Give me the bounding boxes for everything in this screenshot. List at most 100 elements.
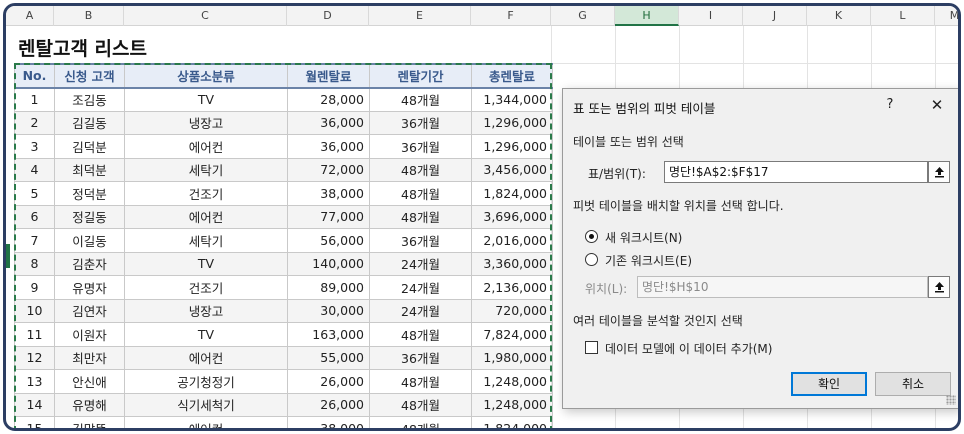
cell-period[interactable]: 48개월	[369, 322, 472, 347]
cell-total[interactable]: 3,456,000	[471, 157, 553, 182]
cell-monthly[interactable]: 89,000	[287, 275, 370, 300]
column-header-l[interactable]: L	[871, 6, 935, 26]
column-header-b[interactable]: B	[54, 6, 124, 26]
cell-no[interactable]: 5	[14, 181, 55, 206]
cell-product[interactable]: 세탁기	[124, 157, 288, 182]
cell-total[interactable]: 1,824,000	[471, 416, 553, 428]
cell-period[interactable]: 36개월	[369, 110, 472, 135]
cell-customer[interactable]: 최덕분	[54, 157, 125, 182]
cell-product[interactable]: TV	[124, 322, 288, 347]
cell-period[interactable]: 36개월	[369, 134, 472, 159]
cell-no[interactable]: 11	[14, 322, 55, 347]
cell-monthly[interactable]: 163,000	[287, 322, 370, 347]
cell-customer[interactable]: 정덕분	[54, 181, 125, 206]
cell-total[interactable]: 720,000	[471, 298, 553, 323]
cell-no[interactable]: 7	[14, 228, 55, 253]
cell-no[interactable]: 6	[14, 204, 55, 229]
cell-product[interactable]: 에어컨	[124, 134, 288, 159]
cell-total[interactable]: 3,696,000	[471, 204, 553, 229]
range-input[interactable]: 명단!$A$2:$F$17	[664, 161, 928, 183]
column-header-i[interactable]: I	[679, 6, 743, 26]
location-input[interactable]: 명단!$H$10	[637, 276, 928, 298]
column-header-m[interactable]: M	[935, 6, 958, 26]
cell-period[interactable]: 48개월	[369, 181, 472, 206]
cell-monthly[interactable]: 77,000	[287, 204, 370, 229]
existing-worksheet-label[interactable]: 기존 워크시트(E)	[605, 252, 692, 269]
close-button[interactable]: ✕	[925, 95, 949, 115]
cell-total[interactable]: 2,136,000	[471, 275, 553, 300]
cell-customer[interactable]: 이길동	[54, 228, 125, 253]
cell-monthly[interactable]: 72,000	[287, 157, 370, 182]
cell-total[interactable]: 1,344,000	[471, 87, 553, 112]
cell-customer[interactable]: 안신애	[54, 369, 125, 394]
data-model-label[interactable]: 데이터 모델에 이 데이터 추가(M)	[605, 340, 772, 357]
cell-period[interactable]: 24개월	[369, 275, 472, 300]
cell-customer[interactable]: 김말똥	[54, 416, 125, 428]
cell-customer[interactable]: 조김동	[54, 87, 125, 112]
cell-no[interactable]: 10	[14, 298, 55, 323]
cell-total[interactable]: 2,016,000	[471, 228, 553, 253]
header-customer[interactable]: 신청 고객	[54, 63, 125, 89]
cell-product[interactable]: 식기세척기	[124, 392, 288, 417]
cell-no[interactable]: 2	[14, 110, 55, 135]
cell-monthly[interactable]: 140,000	[287, 251, 370, 276]
cell-period[interactable]: 48개월	[369, 87, 472, 112]
cell-monthly[interactable]: 36,000	[287, 110, 370, 135]
cell-monthly[interactable]: 30,000	[287, 298, 370, 323]
cell-no[interactable]: 12	[14, 345, 55, 370]
cell-period[interactable]: 36개월	[369, 228, 472, 253]
cell-customer[interactable]: 이원자	[54, 322, 125, 347]
cell-total[interactable]: 1,824,000	[471, 181, 553, 206]
cell-customer[interactable]: 최만자	[54, 345, 125, 370]
cell-customer[interactable]: 김연자	[54, 298, 125, 323]
range-collapse-button[interactable]	[928, 161, 950, 183]
column-header-g[interactable]: G	[551, 6, 615, 26]
cell-product[interactable]: 건조기	[124, 275, 288, 300]
column-header-k[interactable]: K	[807, 6, 871, 26]
cell-period[interactable]: 24개월	[369, 251, 472, 276]
cell-no[interactable]: 9	[14, 275, 55, 300]
existing-worksheet-radio[interactable]	[585, 253, 598, 266]
ok-button[interactable]: 확인	[791, 372, 867, 396]
header-no[interactable]: No.	[14, 63, 55, 89]
cell-total[interactable]: 1,980,000	[471, 345, 553, 370]
header-total-fee[interactable]: 총렌탈료	[471, 63, 553, 89]
cell-total[interactable]: 1,296,000	[471, 110, 553, 135]
cell-total[interactable]: 3,360,000	[471, 251, 553, 276]
help-button[interactable]: ?	[879, 95, 901, 115]
cell-product[interactable]: TV	[124, 87, 288, 112]
cell-customer[interactable]: 김덕분	[54, 134, 125, 159]
cell-no[interactable]: 4	[14, 157, 55, 182]
column-header-d[interactable]: D	[287, 6, 369, 26]
cell-customer[interactable]: 정길동	[54, 204, 125, 229]
cell-monthly[interactable]: 28,000	[287, 87, 370, 112]
cell-monthly[interactable]: 26,000	[287, 369, 370, 394]
cell-no[interactable]: 3	[14, 134, 55, 159]
header-rental-period[interactable]: 렌탈기간	[369, 63, 472, 89]
cell-period[interactable]: 48개월	[369, 369, 472, 394]
cell-period[interactable]: 48개월	[369, 392, 472, 417]
cell-product[interactable]: 건조기	[124, 181, 288, 206]
cell-customer[interactable]: 유명자	[54, 275, 125, 300]
column-header-h[interactable]: H	[615, 6, 679, 26]
column-header-j[interactable]: J	[743, 6, 807, 26]
column-header-e[interactable]: E	[369, 6, 471, 26]
column-header-a[interactable]: A	[6, 6, 54, 26]
cell-period[interactable]: 24개월	[369, 298, 472, 323]
cell-period[interactable]: 36개월	[369, 345, 472, 370]
cell-product[interactable]: TV	[124, 251, 288, 276]
data-model-checkbox[interactable]	[585, 341, 598, 354]
location-collapse-button[interactable]	[928, 276, 950, 298]
cell-customer[interactable]: 김춘자	[54, 251, 125, 276]
column-header-f[interactable]: F	[471, 6, 551, 26]
cell-no[interactable]: 13	[14, 369, 55, 394]
cell-monthly[interactable]: 36,000	[287, 134, 370, 159]
cell-total[interactable]: 1,248,000	[471, 392, 553, 417]
cell-monthly[interactable]: 55,000	[287, 345, 370, 370]
cell-product[interactable]: 에어컨	[124, 416, 288, 428]
cell-period[interactable]: 48개월	[369, 204, 472, 229]
cell-total[interactable]: 1,248,000	[471, 369, 553, 394]
cell-no[interactable]: 1	[14, 87, 55, 112]
cell-product[interactable]: 공기청정기	[124, 369, 288, 394]
cell-product[interactable]: 냉장고	[124, 298, 288, 323]
